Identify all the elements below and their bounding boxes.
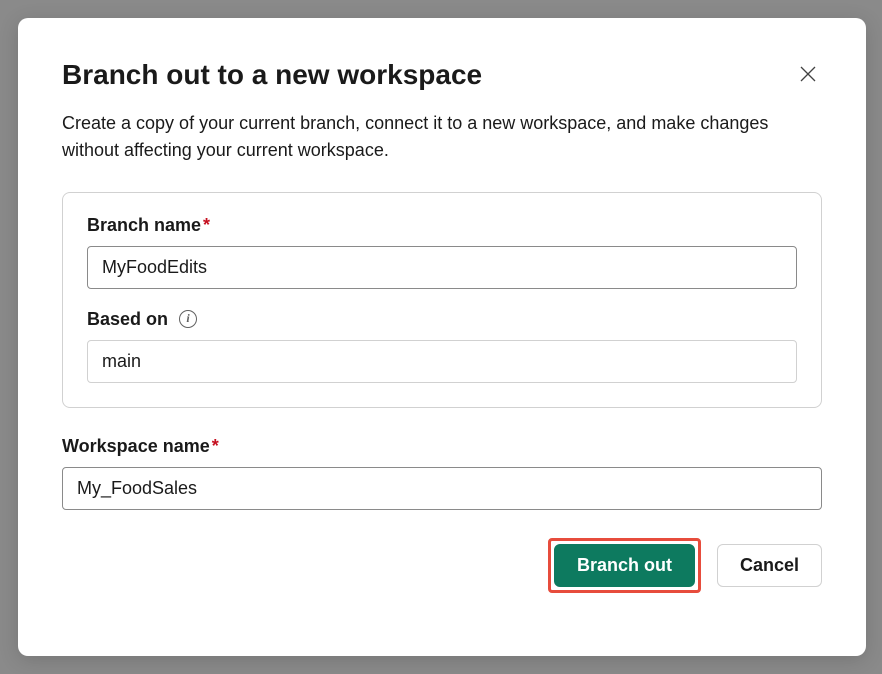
info-icon[interactable]: i [179, 310, 197, 328]
branch-fields-group: Branch name* Based on i [62, 192, 822, 408]
branch-name-label: Branch name* [87, 215, 797, 236]
branch-out-button[interactable]: Branch out [554, 544, 695, 587]
workspace-name-label: Workspace name* [62, 436, 822, 457]
close-button[interactable] [794, 60, 822, 88]
required-asterisk: * [203, 215, 210, 235]
based-on-label-text: Based on [87, 309, 168, 329]
modal-header: Branch out to a new workspace [62, 58, 822, 92]
based-on-field: Based on i [87, 309, 797, 383]
branch-out-modal: Branch out to a new workspace Create a c… [18, 18, 866, 656]
cancel-button[interactable]: Cancel [717, 544, 822, 587]
workspace-name-field: Workspace name* [62, 436, 822, 510]
button-row: Branch out Cancel [62, 538, 822, 593]
workspace-name-input[interactable] [62, 467, 822, 510]
branch-name-input[interactable] [87, 246, 797, 289]
branch-name-field: Branch name* [87, 215, 797, 289]
modal-title: Branch out to a new workspace [62, 58, 482, 92]
workspace-name-label-text: Workspace name [62, 436, 210, 456]
branch-name-label-text: Branch name [87, 215, 201, 235]
based-on-input[interactable] [87, 340, 797, 383]
required-asterisk: * [212, 436, 219, 456]
close-icon [798, 64, 818, 84]
primary-button-highlight: Branch out [548, 538, 701, 593]
based-on-label: Based on i [87, 309, 797, 330]
modal-description: Create a copy of your current branch, co… [62, 110, 822, 164]
